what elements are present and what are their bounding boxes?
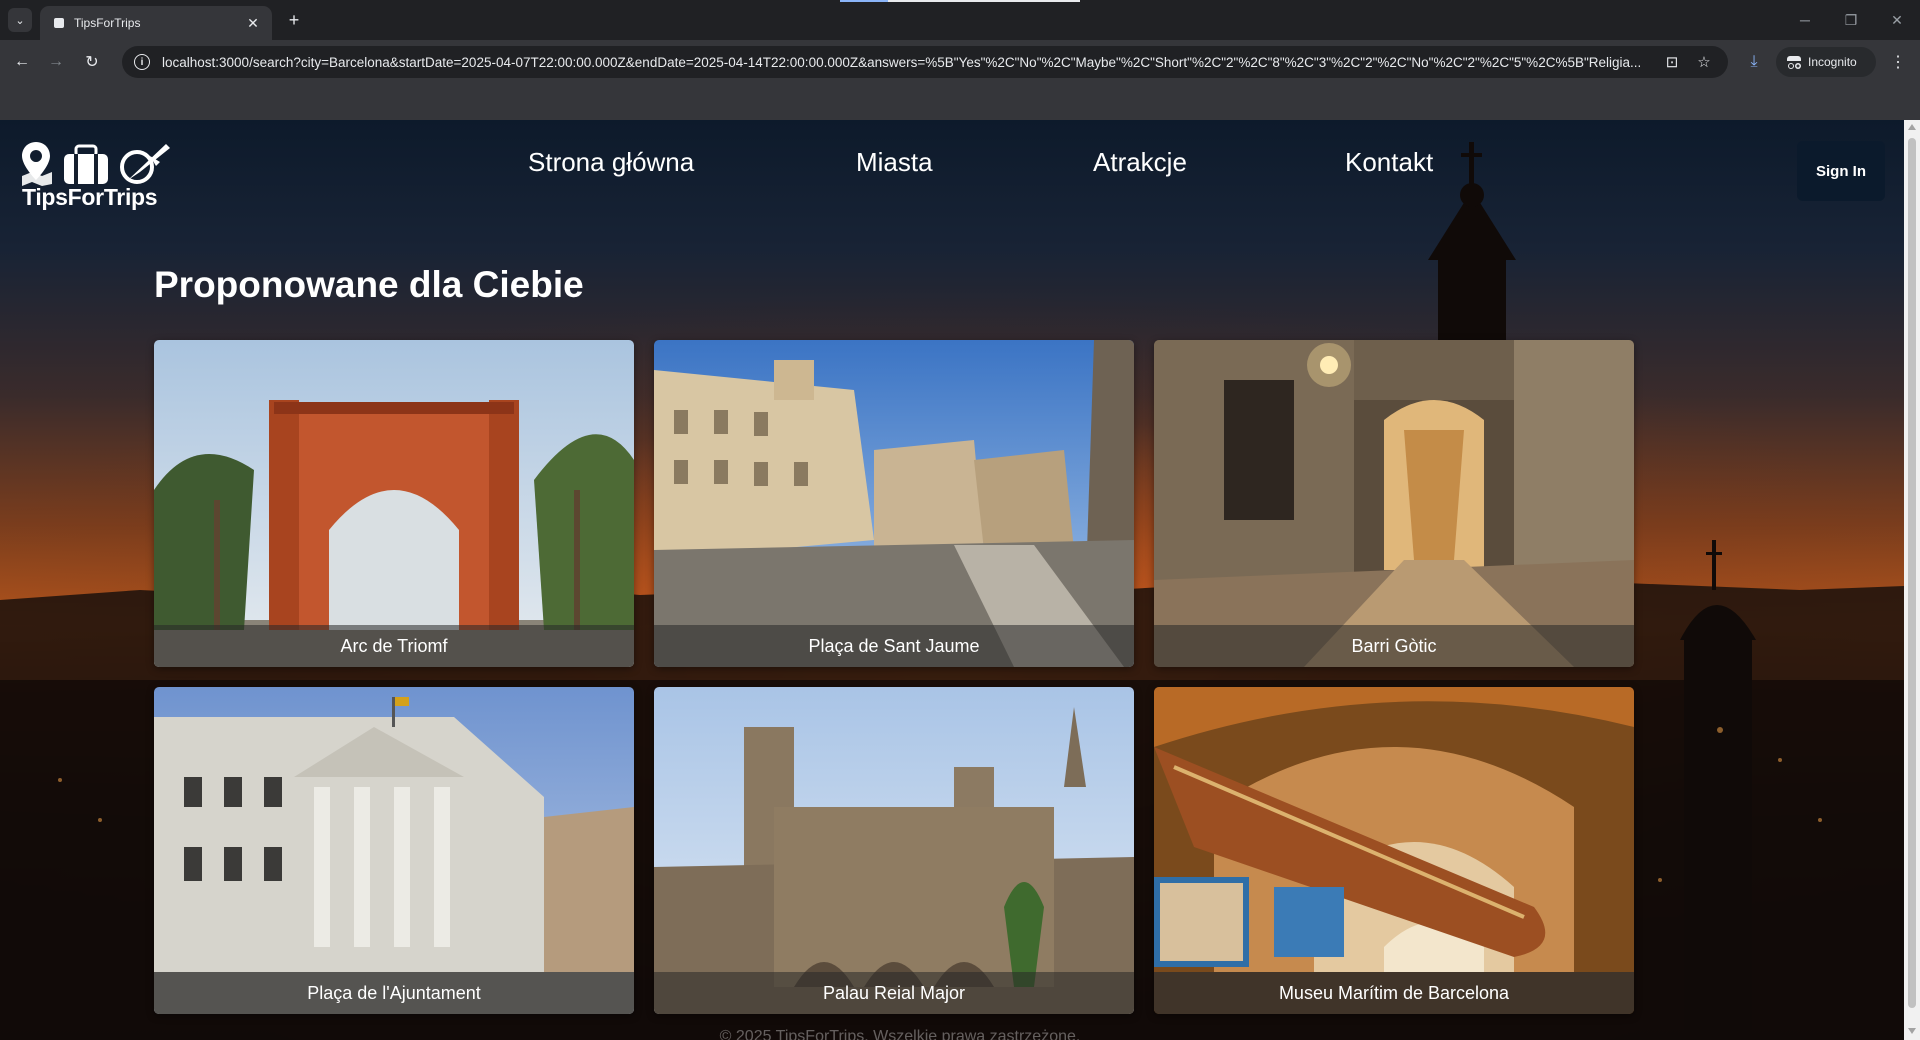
incognito-indicator[interactable]: Incognito (1776, 47, 1876, 77)
page-scrollbar[interactable] (1904, 120, 1920, 1040)
back-button[interactable]: ← (10, 50, 34, 74)
browser-toolbar: ← → ↻ i localhost:3000/search?city=Barce… (0, 40, 1920, 84)
incognito-label: Incognito (1808, 55, 1857, 69)
card-title: Arc de Triomf (154, 625, 634, 667)
download-icon: ⤓ (1750, 53, 1758, 70)
attraction-card[interactable]: Palau Reial Major (654, 687, 1134, 1014)
attraction-card[interactable]: Barri Gòtic (1154, 340, 1634, 667)
attraction-card[interactable]: Museu Marítim de Barcelona (1154, 687, 1634, 1014)
card-title: Palau Reial Major (654, 972, 1134, 1014)
card-title: Museu Marítim de Barcelona (1154, 972, 1634, 1014)
reload-button[interactable]: ↻ (80, 50, 104, 74)
toolbar-extension-strip (0, 84, 1920, 120)
restore-button[interactable]: ❐ (1836, 8, 1866, 32)
web-page: TipsForTrips Strona główna Miasta Atrakc… (0, 120, 1904, 1040)
incognito-icon (1786, 56, 1802, 69)
card-title: Plaça de l'Ajuntament (154, 972, 634, 1014)
restore-icon: ❐ (1844, 11, 1858, 28)
site-header: TipsForTrips Strona główna Miasta Atrakc… (0, 120, 1904, 230)
browser-menu-button[interactable]: ⋮ (1886, 50, 1910, 74)
address-bar[interactable]: i localhost:3000/search?city=Barcelona&s… (122, 46, 1728, 78)
tab-search-button[interactable]: ⌄ (8, 8, 32, 32)
nav-contact[interactable]: Kontakt (1345, 147, 1433, 178)
museu-maritim-image (1154, 687, 1634, 1014)
palau-reial-major-image (654, 687, 1134, 1014)
reload-icon: ↻ (85, 54, 99, 71)
site-logo[interactable]: TipsForTrips (18, 140, 174, 220)
section-title: Proponowane dla Ciebie (154, 264, 584, 305)
translate-icon[interactable]: ⊡ (1660, 53, 1684, 71)
card-title: Plaça de Sant Jaume (654, 625, 1134, 667)
minimize-button[interactable]: ─ (1790, 8, 1820, 32)
info-icon[interactable]: i (134, 54, 150, 70)
nav-cities[interactable]: Miasta (856, 147, 933, 178)
close-icon: ✕ (1891, 11, 1903, 28)
attraction-card[interactable]: Plaça de Sant Jaume (654, 340, 1134, 667)
downloads-button[interactable]: ⤓ (1742, 50, 1766, 74)
loading-bar-accent (840, 0, 888, 2)
star-icon[interactable]: ☆ (1692, 53, 1716, 71)
scroll-up-arrow-icon[interactable] (1908, 124, 1916, 130)
kebab-menu-icon: ⋮ (1890, 54, 1906, 71)
forward-button[interactable]: → (44, 50, 68, 74)
new-tab-button[interactable]: + (282, 8, 306, 32)
nav-home[interactable]: Strona główna (528, 147, 694, 178)
close-window-button[interactable]: ✕ (1882, 8, 1912, 32)
arrow-left-icon: ← (14, 53, 30, 70)
card-title: Barri Gòtic (1154, 625, 1634, 667)
travel-logo-icon (22, 142, 170, 186)
plus-icon: + (288, 9, 300, 30)
sign-in-button[interactable]: Sign In (1797, 141, 1885, 201)
scroll-down-arrow-icon[interactable] (1908, 1028, 1916, 1034)
tab-tipsfortrips[interactable]: TipsForTrips ✕ (40, 6, 272, 40)
page-icon (54, 18, 64, 28)
url-text[interactable]: localhost:3000/search?city=Barcelona&sta… (162, 55, 1652, 70)
scrollbar-thumb[interactable] (1908, 138, 1916, 1008)
attraction-card[interactable]: Plaça de l'Ajuntament (154, 687, 634, 1014)
arrow-right-icon: → (48, 53, 64, 70)
placa-sant-jaume-image (654, 340, 1134, 667)
browser-window: ⌄ TipsForTrips ✕ + ─ ❐ ✕ ← → ↻ i localho… (0, 0, 1920, 1040)
footer-copyright: © 2025 TipsForTrips. Wszelkie prawa zast… (719, 1028, 1081, 1040)
attraction-card[interactable]: Arc de Triomf (154, 340, 634, 667)
placa-ajuntament-image (154, 687, 634, 1014)
tab-title: TipsForTrips (74, 16, 141, 30)
arc-de-triomf-image (154, 340, 634, 667)
close-icon[interactable]: ✕ (244, 15, 262, 32)
chevron-down-icon: ⌄ (15, 14, 25, 27)
barri-gotic-image (1154, 340, 1634, 667)
logo-text: TipsForTrips (22, 184, 158, 210)
minimize-icon: ─ (1800, 12, 1810, 28)
nav-attractions[interactable]: Atrakcje (1093, 147, 1187, 178)
tab-strip: ⌄ TipsForTrips ✕ + ─ ❐ ✕ (0, 0, 1920, 40)
